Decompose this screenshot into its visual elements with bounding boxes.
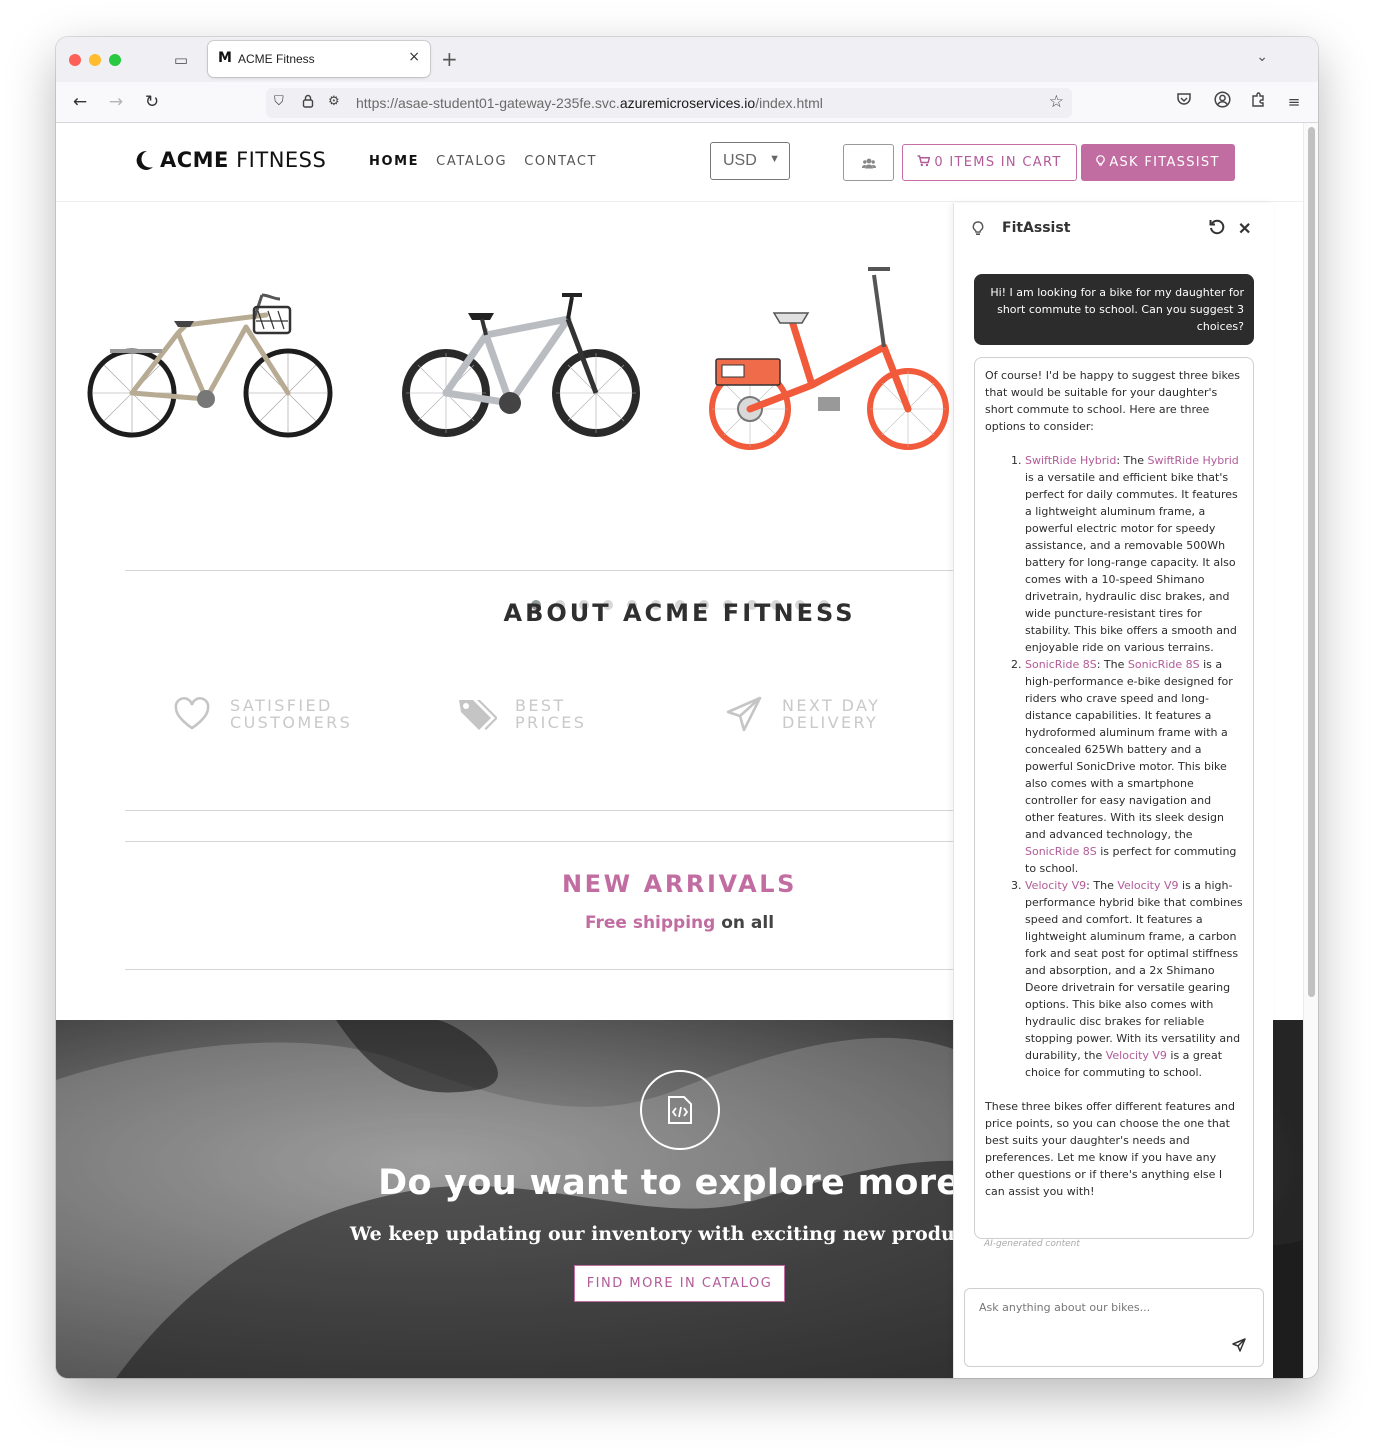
- minimize-window-button[interactable]: [89, 54, 101, 66]
- send-icon[interactable]: [1232, 1338, 1246, 1352]
- mountain-bike-image[interactable]: [402, 281, 642, 451]
- forward-icon[interactable]: →: [105, 91, 127, 113]
- nav-home[interactable]: HOME: [369, 154, 419, 169]
- lightbulb-icon: [1096, 155, 1106, 166]
- product-link[interactable]: SonicRide 8S: [1128, 658, 1200, 671]
- url-text[interactable]: https://asae-student01-gateway-235fe.svc…: [356, 95, 823, 111]
- chat-title: FitAssist: [1002, 220, 1071, 236]
- divider: [125, 841, 955, 842]
- logo-text-bold: ACME: [160, 148, 229, 172]
- find-more-catalog-button[interactable]: FIND MORE IN CATALOG: [574, 1265, 785, 1302]
- chat-input[interactable]: [979, 1301, 1239, 1314]
- feature-satisfied-customers: SATISFIED CUSTOMERS: [172, 694, 352, 734]
- lightbulb-icon: [972, 221, 984, 235]
- list-item: SwiftRide Hybrid: The SwiftRide Hybrid i…: [1025, 452, 1243, 656]
- user-message: Hi! I am looking for a bike for my daugh…: [974, 274, 1254, 345]
- new-tab-button[interactable]: +: [441, 48, 458, 70]
- cart-button[interactable]: 0 ITEMS IN CART: [902, 144, 1077, 181]
- bookmark-star-icon[interactable]: ☆: [1049, 92, 1064, 112]
- assistant-intro: Of course! I'd be happy to suggest three…: [985, 369, 1241, 433]
- navigation-bar: ← → ↻ ⛉ ⚙ https://asae-student01-gateway…: [56, 82, 1318, 123]
- users-icon: [861, 158, 876, 169]
- feature-best-prices: BEST PRICES: [457, 694, 586, 734]
- feature-line1: NEXT DAY: [782, 696, 881, 715]
- browser-window: ▭ M ACME Fitness × + ⌄ ← → ↻ ⛉ ⚙ https:/…: [56, 37, 1318, 1378]
- permissions-icon[interactable]: ⚙: [328, 94, 340, 109]
- close-icon[interactable]: ✕: [1238, 219, 1251, 239]
- nav-contact[interactable]: CONTACT: [524, 154, 597, 169]
- scrollbar-thumb[interactable]: [1308, 127, 1315, 997]
- feature-line1: BEST: [515, 696, 566, 715]
- extensions-icon[interactable]: [1247, 91, 1269, 113]
- back-icon[interactable]: ←: [69, 91, 91, 113]
- paper-plane-icon: [726, 696, 762, 732]
- product-link[interactable]: SwiftRide Hybrid: [1147, 454, 1238, 467]
- product-link[interactable]: SwiftRide Hybrid: [1025, 454, 1116, 467]
- logo-crescent-icon: [136, 150, 153, 170]
- currency-value: USD: [723, 152, 757, 169]
- chevron-down-icon: ▼: [769, 153, 780, 165]
- code-file-icon: [668, 1096, 692, 1124]
- zoom-window-button[interactable]: [109, 54, 121, 66]
- product-link[interactable]: SonicRide 8S: [1025, 845, 1097, 858]
- pocket-icon[interactable]: [1173, 91, 1195, 113]
- tags-icon: [459, 700, 497, 730]
- chat-header: FitAssist ✕: [954, 203, 1273, 255]
- tab-list-chevron-icon[interactable]: ⌄: [1256, 49, 1268, 65]
- reset-icon[interactable]: [1208, 218, 1226, 236]
- logo-text-rest: FITNESS: [228, 148, 327, 172]
- chat-input-box[interactable]: [964, 1288, 1264, 1367]
- divider: [125, 810, 955, 811]
- menu-icon[interactable]: ≡: [1283, 91, 1305, 113]
- tab-title: ACME Fitness: [238, 52, 315, 66]
- acme-logo[interactable]: ACME FITNESS: [134, 148, 326, 172]
- nav-catalog[interactable]: CATALOG: [436, 154, 507, 169]
- currency-select[interactable]: USD ▼: [710, 142, 790, 180]
- tab-overview-icon[interactable]: ▭: [172, 51, 190, 69]
- browser-tab[interactable]: M ACME Fitness ×: [208, 41, 430, 77]
- main-nav: HOME CATALOG CONTACT: [369, 154, 597, 169]
- close-window-button[interactable]: [69, 54, 81, 66]
- product-link[interactable]: Velocity V9: [1025, 879, 1086, 892]
- list-item: SonicRide 8S: The SonicRide 8S is a high…: [1025, 656, 1243, 877]
- bike-suggestions-list: SwiftRide Hybrid: The SwiftRide Hybrid i…: [985, 452, 1243, 1081]
- ask-fitassist-button[interactable]: ASK FITASSIST: [1081, 144, 1235, 181]
- feature-line1: SATISFIED: [230, 696, 333, 715]
- assistant-message: Of course! I'd be happy to suggest three…: [974, 357, 1254, 1239]
- cart-icon: [917, 155, 931, 167]
- page-scrollbar[interactable]: [1303, 123, 1318, 1378]
- users-button[interactable]: [843, 144, 894, 181]
- divider: [125, 570, 955, 571]
- heart-icon: [174, 697, 210, 730]
- ai-generated-note: AI-generated content: [984, 1239, 1080, 1249]
- feature-line2: CUSTOMERS: [230, 713, 353, 732]
- product-link[interactable]: Velocity V9: [1117, 879, 1178, 892]
- code-file-badge: [640, 1070, 720, 1150]
- cart-label: 0 ITEMS IN CART: [934, 155, 1062, 170]
- tab-close-icon[interactable]: ×: [408, 49, 420, 65]
- address-bar[interactable]: ⛉ ⚙ https://asae-student01-gateway-235fe…: [266, 88, 1072, 118]
- tracking-shield-icon[interactable]: ⛉: [274, 94, 284, 109]
- feature-line2: PRICES: [515, 713, 587, 732]
- ask-fitassist-label: ASK FITASSIST: [1109, 155, 1220, 170]
- list-item: Velocity V9: The Velocity V9 is a high-p…: [1025, 877, 1243, 1081]
- tab-bar: ▭ M ACME Fitness × + ⌄: [56, 37, 1318, 82]
- reload-icon[interactable]: ↻: [141, 91, 163, 113]
- product-link[interactable]: SonicRide 8S: [1025, 658, 1097, 671]
- site-header: ACME FITNESS HOME CATALOG CONTACT USD ▼ …: [56, 123, 1303, 202]
- feature-next-day-delivery: NEXT DAY DELIVERY: [724, 694, 880, 734]
- account-icon[interactable]: [1211, 91, 1233, 113]
- product-link[interactable]: Velocity V9: [1106, 1049, 1167, 1062]
- city-bike-image[interactable]: [86, 281, 336, 449]
- fitassist-chat-panel: FitAssist ✕ Hi! I am looking for a bike …: [953, 203, 1273, 1378]
- divider: [125, 969, 955, 970]
- lock-icon[interactable]: [302, 94, 314, 112]
- page-viewport: ACME FITNESS HOME CATALOG CONTACT USD ▼ …: [56, 123, 1303, 1378]
- tab-favicon-icon: M: [218, 50, 232, 66]
- assistant-outro: These three bikes offer different featur…: [985, 1100, 1236, 1198]
- folding-e-bike-image[interactable]: [708, 261, 958, 471]
- feature-line2: DELIVERY: [782, 713, 879, 732]
